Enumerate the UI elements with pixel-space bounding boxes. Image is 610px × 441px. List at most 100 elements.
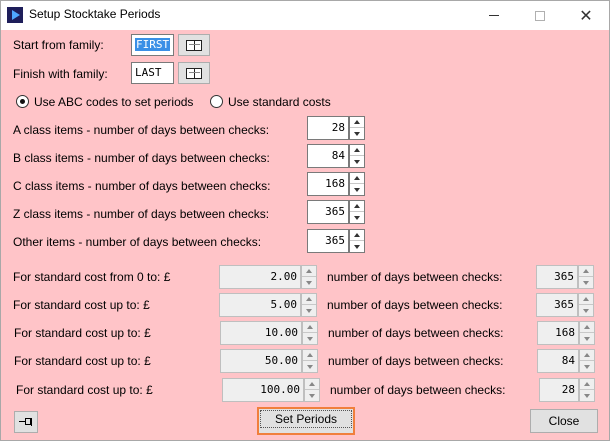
- pin-icon: [19, 418, 33, 426]
- spin-down-button[interactable]: [303, 333, 317, 344]
- arrow-down-icon: [306, 308, 312, 313]
- standard-costs-radio[interactable]: [210, 95, 223, 108]
- stocktake-periods-dialog: Setup Stocktake Periods ✕ Start from fam…: [0, 0, 610, 441]
- cost-days-label: number of days between checks:: [328, 326, 504, 340]
- abc-row-label: C class items - number of days between c…: [13, 179, 271, 193]
- abc-row-label: B class items - number of days between c…: [13, 151, 270, 165]
- minimize-button[interactable]: [471, 1, 517, 30]
- arrow-up-icon: [354, 204, 360, 208]
- abc-days-input[interactable]: 168: [307, 172, 349, 196]
- finish-family-input[interactable]: LAST: [131, 62, 174, 84]
- standard-costs-radio-label[interactable]: Use standard costs: [228, 95, 331, 109]
- spin-up-button[interactable]: [305, 379, 319, 390]
- spin-up-button[interactable]: [350, 145, 364, 156]
- cost-days-input[interactable]: 365: [536, 265, 578, 289]
- close-button[interactable]: Close: [530, 409, 598, 433]
- cost-row-label: For standard cost up to: £: [14, 354, 151, 368]
- spin-up-button[interactable]: [302, 266, 316, 277]
- arrow-down-icon: [307, 364, 313, 369]
- set-periods-label: Set Periods: [260, 410, 352, 428]
- spin-up-button[interactable]: [580, 379, 594, 390]
- spin-up-button[interactable]: [579, 266, 593, 277]
- set-periods-button[interactable]: Set Periods: [257, 407, 355, 435]
- abc-days-input[interactable]: 84: [307, 144, 349, 168]
- spin-down-button[interactable]: [350, 241, 364, 252]
- spin-down-button[interactable]: [350, 212, 364, 223]
- abc-codes-radio-label[interactable]: Use ABC codes to set periods: [34, 95, 193, 109]
- spin-down-button[interactable]: [302, 305, 316, 316]
- abc-codes-radio[interactable]: [16, 95, 29, 108]
- arrow-down-icon: [584, 336, 590, 341]
- arrow-up-icon: [309, 382, 315, 386]
- arrow-up-icon: [354, 233, 360, 237]
- spin-down-button[interactable]: [303, 361, 317, 372]
- abc-days-input[interactable]: 365: [307, 200, 349, 224]
- spin-down-button[interactable]: [579, 277, 593, 288]
- abc-row-label: Other items - number of days between che…: [13, 235, 262, 249]
- pin-button[interactable]: [14, 411, 38, 433]
- spin-down-button[interactable]: [350, 156, 364, 167]
- cost-days-label: number of days between checks:: [328, 354, 504, 368]
- spin-down-button[interactable]: [580, 333, 594, 344]
- spin-up-button[interactable]: [350, 230, 364, 241]
- cost-threshold-input[interactable]: 2.00: [219, 265, 301, 289]
- spin-up-button[interactable]: [302, 294, 316, 305]
- spin-up-button[interactable]: [579, 294, 593, 305]
- arrow-down-icon: [354, 131, 360, 136]
- spin-down-button[interactable]: [580, 361, 594, 372]
- abc-days-input[interactable]: 365: [307, 229, 349, 253]
- spin-up-button[interactable]: [580, 322, 594, 333]
- cost-row-label: For standard cost up to: £: [14, 326, 151, 340]
- cost-days-input[interactable]: 84: [537, 349, 579, 373]
- spin-up-button[interactable]: [350, 173, 364, 184]
- spin-down-button[interactable]: [579, 305, 593, 316]
- title-bar: Setup Stocktake Periods ✕: [1, 1, 609, 30]
- arrow-down-icon: [583, 308, 589, 313]
- spin-up-button[interactable]: [303, 350, 317, 361]
- spin-down-button[interactable]: [350, 184, 364, 195]
- cost-threshold-input[interactable]: 50.00: [220, 349, 302, 373]
- abc-row-label: A class items - number of days between c…: [13, 123, 270, 137]
- finish-family-lookup-button[interactable]: [178, 62, 210, 84]
- arrow-up-icon: [584, 353, 590, 357]
- spin-up-button[interactable]: [350, 201, 364, 212]
- arrow-down-icon: [354, 187, 360, 192]
- abc-days-input[interactable]: 28: [307, 116, 349, 140]
- start-family-input[interactable]: FIRST: [131, 34, 174, 56]
- start-family-label: Start from family:: [13, 38, 104, 52]
- maximize-button[interactable]: [517, 1, 563, 30]
- maximize-icon: [535, 10, 545, 21]
- cost-days-input[interactable]: 365: [536, 293, 578, 317]
- arrow-up-icon: [306, 297, 312, 301]
- arrow-down-icon: [307, 336, 313, 341]
- abc-row-label: Z class items - number of days between c…: [13, 207, 270, 221]
- arrow-up-icon: [354, 176, 360, 180]
- cost-threshold-input[interactable]: 5.00: [219, 293, 301, 317]
- book-icon: [186, 67, 202, 79]
- cost-days-input[interactable]: 168: [537, 321, 579, 345]
- spin-down-button[interactable]: [580, 390, 594, 401]
- close-window-button[interactable]: ✕: [563, 1, 609, 30]
- spin-down-button[interactable]: [305, 390, 319, 401]
- arrow-up-icon: [354, 148, 360, 152]
- arrow-down-icon: [309, 393, 315, 398]
- arrow-up-icon: [583, 269, 589, 273]
- arrow-up-icon: [584, 382, 590, 386]
- arrow-up-icon: [354, 120, 360, 124]
- start-family-lookup-button[interactable]: [178, 34, 210, 56]
- arrow-down-icon: [584, 364, 590, 369]
- arrow-down-icon: [584, 393, 590, 398]
- cost-threshold-input[interactable]: 10.00: [220, 321, 302, 345]
- spin-up-button[interactable]: [303, 322, 317, 333]
- arrow-up-icon: [584, 325, 590, 329]
- app-icon: [7, 7, 23, 23]
- cost-days-input[interactable]: 28: [539, 378, 579, 402]
- spin-down-button[interactable]: [302, 277, 316, 288]
- spin-up-button[interactable]: [350, 117, 364, 128]
- spin-down-button[interactable]: [350, 128, 364, 139]
- arrow-up-icon: [307, 353, 313, 357]
- cost-threshold-input[interactable]: 100.00: [222, 378, 304, 402]
- cost-row-label: For standard cost up to: £: [16, 383, 153, 397]
- arrow-down-icon: [583, 280, 589, 285]
- spin-up-button[interactable]: [580, 350, 594, 361]
